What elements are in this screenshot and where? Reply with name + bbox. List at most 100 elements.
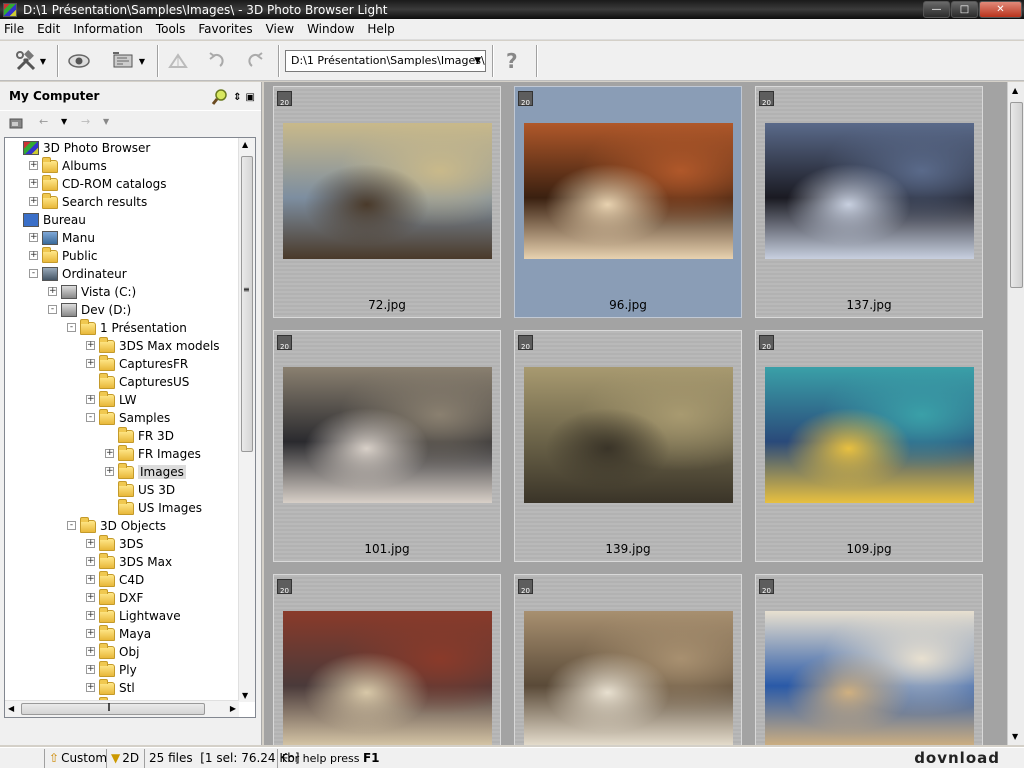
search-icon[interactable]	[211, 88, 229, 106]
thumbnail-image[interactable]	[524, 123, 733, 259]
tree-item[interactable]: + Manu	[29, 229, 95, 247]
tree-item[interactable]: - Dev (D:)	[48, 301, 131, 319]
expand-icon[interactable]: +	[86, 341, 95, 350]
thumbnail-card[interactable]: 20 109.jpg	[755, 330, 983, 562]
menu-edit[interactable]: Edit	[32, 22, 68, 36]
expand-icon[interactable]: +	[86, 359, 95, 368]
thumbnail-card[interactable]: 20 101.jpg	[273, 330, 501, 562]
send-button[interactable]	[164, 47, 192, 75]
tree-item[interactable]: CapturesUS	[99, 372, 189, 391]
expand-icon[interactable]: +	[29, 251, 38, 260]
expand-icon[interactable]: +	[86, 683, 95, 692]
expand-icon[interactable]: +	[105, 449, 114, 458]
chevron-down-icon[interactable]: ▼	[103, 117, 109, 126]
thumbnail-card[interactable]: 20 137.jpg	[755, 86, 983, 318]
tree-item[interactable]: + DXF	[86, 588, 143, 607]
expand-icon[interactable]: +	[86, 629, 95, 638]
tree-item[interactable]: + Albums	[29, 156, 107, 175]
thumbnail-card[interactable]: 20	[514, 574, 742, 745]
tree-item[interactable]: 3D Photo Browser	[23, 139, 150, 157]
expand-icon[interactable]: +	[29, 197, 38, 206]
expand-icon[interactable]: +	[29, 161, 38, 170]
thumbnail-image[interactable]	[765, 611, 974, 745]
thumbnail-image[interactable]	[283, 367, 492, 503]
tree-item[interactable]: + Stl	[86, 678, 135, 697]
expand-icon[interactable]: +	[86, 575, 95, 584]
expand-icon[interactable]: +	[29, 179, 38, 188]
help-button[interactable]: ?	[498, 47, 526, 75]
tree-item[interactable]: +3DS Max models	[86, 336, 220, 355]
mode-2d-button[interactable]: ▼ 2D	[107, 748, 145, 768]
forward-arrow-icon[interactable]: →	[81, 115, 90, 128]
tree-vertical-scrollbar[interactable]: ▲ ≡ ▼	[238, 138, 255, 702]
thumbnail-card[interactable]: 20	[755, 574, 983, 745]
menu-view[interactable]: View	[261, 22, 302, 36]
expand-icon[interactable]: +	[86, 593, 95, 602]
tree-item[interactable]: + CapturesFR	[86, 354, 188, 373]
custom-button[interactable]: ⇧ Custom	[45, 748, 107, 768]
thumbnail-image[interactable]	[765, 367, 974, 503]
folder-tree[interactable]: 3D Photo Browser + Albums + CD-ROM catalogs +…	[4, 137, 256, 718]
collapse-icon[interactable]: -	[67, 521, 76, 530]
minimize-button[interactable]: —	[923, 1, 950, 18]
menu-favorites[interactable]: Favorites	[193, 22, 260, 36]
thumbnail-image[interactable]	[524, 611, 733, 745]
rotate-left-button[interactable]	[202, 47, 230, 75]
thumbnail-card[interactable]: 20 139.jpg	[514, 330, 742, 562]
thumbnail-image[interactable]	[524, 367, 733, 503]
collapse-icon[interactable]: -	[48, 305, 57, 314]
tree-item[interactable]: FR 3D	[118, 426, 174, 445]
thumbnail-view[interactable]: 20 72.jpg 20 96.jpg 20 137.jpg 20 101.jpg 20 139.…	[264, 82, 1024, 745]
menu-file[interactable]: File	[0, 22, 32, 36]
tree-horizontal-scrollbar[interactable]: ◀ ‖ ▶	[5, 700, 239, 717]
tree-item[interactable]: + Ply	[86, 660, 137, 679]
tree-item[interactable]: +3DS	[86, 534, 144, 553]
menu-information[interactable]: Information	[68, 22, 150, 36]
tree-item[interactable]: + Vista (C:)	[48, 283, 136, 301]
menu-tools[interactable]: Tools	[151, 22, 194, 36]
expand-icon[interactable]: +	[105, 467, 114, 476]
up-folder-icon[interactable]	[9, 117, 23, 129]
pin-icon[interactable]: ⇕	[233, 92, 241, 103]
chevron-down-icon[interactable]: ▼	[474, 51, 481, 71]
collapse-icon[interactable]: -	[86, 413, 95, 422]
path-combobox[interactable]: D:\1 Présentation\Samples\Images\ ▼	[285, 50, 486, 72]
tree-item[interactable]: + Lightwave	[86, 606, 181, 625]
slideshow-button[interactable]: ▼	[104, 47, 152, 75]
close-button[interactable]: ✕	[979, 1, 1022, 18]
expand-icon[interactable]: +	[86, 557, 95, 566]
tree-item[interactable]: + LW	[86, 390, 136, 409]
thumbnail-card[interactable]: 20 96.jpg	[514, 86, 742, 318]
maximize-button[interactable]: □	[951, 1, 978, 18]
tree-item[interactable]: + Public	[29, 246, 98, 265]
expand-icon[interactable]: +	[86, 395, 95, 404]
menu-help[interactable]: Help	[362, 22, 402, 36]
tree-item[interactable]: + Images	[105, 462, 186, 481]
tree-item[interactable]: - Samples	[86, 408, 170, 427]
chevron-down-icon[interactable]: ▼	[61, 117, 67, 126]
thumbnail-image[interactable]	[283, 123, 492, 259]
tree-item[interactable]: +3DS Max	[86, 552, 172, 571]
back-arrow-icon[interactable]: ←	[39, 115, 48, 128]
tree-item[interactable]: - Ordinateur	[29, 265, 127, 283]
undock-icon[interactable]: ▣	[246, 92, 255, 103]
tree-item[interactable]: US Images	[118, 498, 202, 517]
tree-item[interactable]: Bureau	[23, 211, 86, 229]
expand-icon[interactable]: +	[86, 665, 95, 674]
tree-item[interactable]: + Obj	[86, 642, 139, 661]
rotate-right-button[interactable]	[242, 47, 270, 75]
collapse-icon[interactable]: -	[67, 323, 76, 332]
tree-item[interactable]: + C4D	[86, 570, 144, 589]
thumbnail-image[interactable]	[765, 123, 974, 259]
tree-item[interactable]: - 3D Objects	[67, 516, 166, 535]
expand-icon[interactable]: +	[86, 647, 95, 656]
menu-window[interactable]: Window	[302, 22, 362, 36]
expand-icon[interactable]: +	[86, 611, 95, 620]
tree-item[interactable]: + Maya	[86, 624, 151, 643]
tree-item[interactable]: + Search results	[29, 192, 147, 211]
thumbnail-card[interactable]: 20 72.jpg	[273, 86, 501, 318]
tree-item[interactable]: - 1 Présentation	[67, 318, 187, 337]
thumbnail-card[interactable]: 20	[273, 574, 501, 745]
tree-item[interactable]: + FR Images	[105, 444, 201, 463]
expand-icon[interactable]: +	[48, 287, 57, 296]
